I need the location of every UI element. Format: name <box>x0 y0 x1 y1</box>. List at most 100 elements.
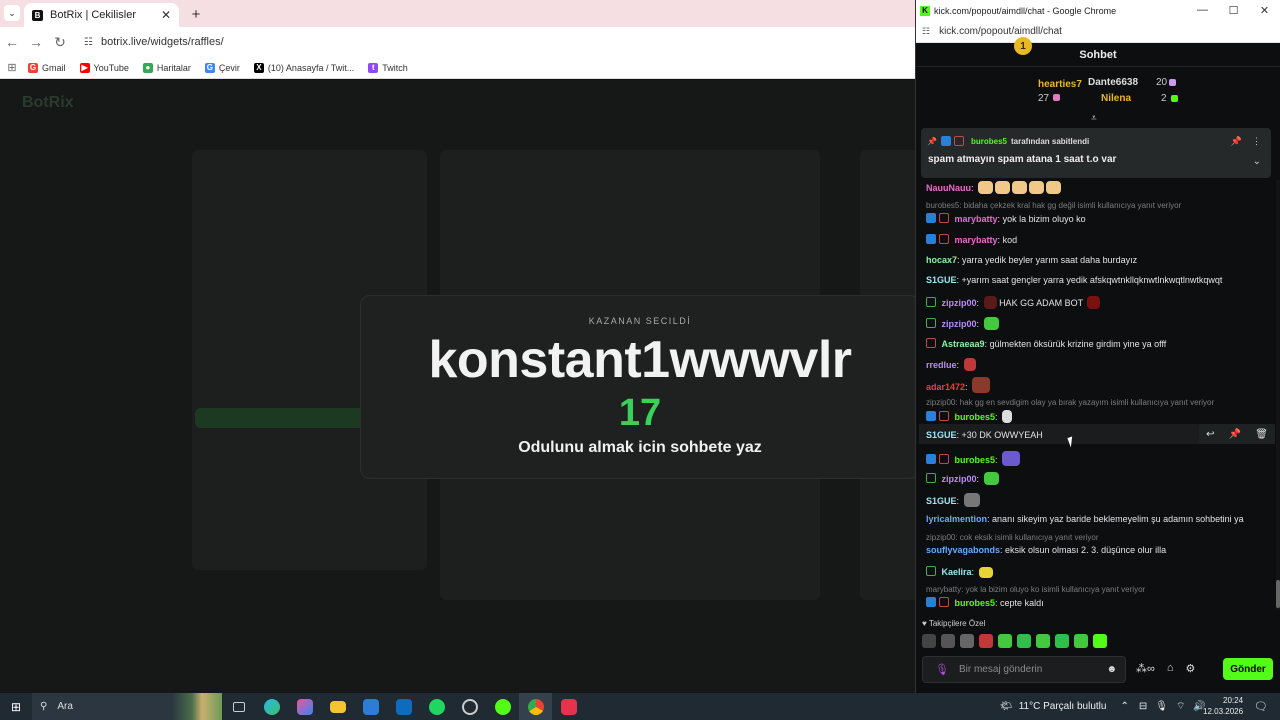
reply-icon[interactable]: ↩ <box>1206 429 1214 440</box>
leader-1-name[interactable]: hearties7 <box>1038 79 1082 90</box>
emote-icon[interactable] <box>998 634 1012 648</box>
emote-icon[interactable] <box>1055 634 1069 648</box>
site-info-icon[interactable]: ☷ <box>84 37 93 48</box>
bookmark-x[interactable]: X (10) Anasayfa / Twit... <box>253 62 354 73</box>
leader-3-count: 2 <box>1161 93 1167 104</box>
chat-username[interactable]: hocax7 <box>926 255 957 265</box>
reply-context[interactable]: marybatty: yok la bizim oluyo ko isimli … <box>926 585 1145 594</box>
chat-username[interactable]: rredlue <box>926 360 957 370</box>
store-app-icon[interactable] <box>354 693 387 720</box>
chat-username[interactable]: S1GUE <box>926 430 957 440</box>
tab-search-icon[interactable]: ⌄ <box>4 5 20 21</box>
emote-icon[interactable] <box>941 634 955 648</box>
emote-icon[interactable] <box>1074 634 1088 648</box>
vip-badge-icon <box>926 234 936 244</box>
chat-username[interactable]: marybatty <box>955 214 998 224</box>
back-icon[interactable]: ← <box>0 34 24 50</box>
url-bar[interactable]: ☷ botrix.live/widgets/raffles/ <box>78 30 915 54</box>
reply-context[interactable]: zipzip00: hak gg en sevdigim olay ya bır… <box>926 398 1214 407</box>
tray-overflow-icon[interactable]: ⌃ <box>1120 701 1128 712</box>
task-view-icon[interactable] <box>222 693 255 720</box>
chat-url-bar[interactable]: ☷ kick.com/popout/aimdll/chat <box>916 21 1280 43</box>
chat-username[interactable]: zipzip00 <box>942 319 977 329</box>
system-clock[interactable]: 20:24 12.03.2026 <box>1203 695 1243 717</box>
chat-username[interactable]: Kaelira <box>942 567 972 577</box>
settings-gear-icon[interactable]: ⚙ <box>1186 662 1196 675</box>
mail-icon[interactable] <box>387 693 420 720</box>
reload-icon[interactable]: ↻ <box>48 34 72 51</box>
chat-username[interactable]: Astraeaa9 <box>942 339 985 349</box>
chat-username[interactable]: lyricalmention <box>926 514 987 524</box>
recorder-icon[interactable] <box>453 693 486 720</box>
kick-app-icon[interactable] <box>486 693 519 720</box>
new-tab-button[interactable]: + <box>185 3 207 25</box>
bookmark-translate[interactable]: G Çevir <box>204 62 240 73</box>
weather-text[interactable]: 11°C Parçalı bulutlu <box>1019 701 1107 712</box>
close-window-icon[interactable]: ✕ <box>1249 4 1280 17</box>
chat-message: burobes5: <box>926 451 1021 466</box>
chat-username[interactable]: burobes5 <box>955 412 996 422</box>
copilot-icon[interactable] <box>288 693 321 720</box>
pinned-author[interactable]: burobes5 <box>971 137 1007 146</box>
emote-icon[interactable] <box>1017 634 1031 648</box>
mic-tray-icon[interactable]: 🎙 <box>1155 701 1168 712</box>
emote-icon[interactable] <box>1036 634 1050 648</box>
chat-username[interactable]: souflyvagabonds <box>926 545 1000 555</box>
emoji-icon[interactable]: ☻ <box>1106 664 1117 675</box>
forward-icon[interactable]: → <box>24 34 48 50</box>
store-icon[interactable]: ⌂ <box>1167 662 1174 675</box>
pin-message-icon[interactable]: 📌 <box>1229 429 1241 440</box>
chat-username[interactable]: burobes5 <box>955 455 996 465</box>
reply-context[interactable]: burobes5: bidaha çekzek kral hak gg deği… <box>926 201 1181 210</box>
emote-icon[interactable] <box>979 634 993 648</box>
chat-username[interactable]: zipzip00 <box>942 298 977 308</box>
pin-icon: 📌 <box>927 136 937 146</box>
chat-username[interactable]: burobes5 <box>955 598 996 608</box>
bookmark-gmail[interactable]: G Gmail <box>28 62 66 73</box>
bookmark-maps[interactable]: ● Haritalar <box>142 62 191 73</box>
network-icon[interactable]: ⊟ <box>1139 701 1147 712</box>
chat-username[interactable]: adar1472 <box>926 382 965 392</box>
chat-username[interactable]: zipzip00 <box>942 474 977 484</box>
edge-icon[interactable] <box>255 693 288 720</box>
vip-badge-icon <box>940 136 951 146</box>
emote-icon[interactable] <box>960 634 974 648</box>
send-button[interactable]: Gönder <box>1223 658 1273 680</box>
chat-message: rredlue: <box>926 358 976 371</box>
chat-scrollbar[interactable] <box>1276 180 1280 610</box>
chat-username[interactable]: marybatty <box>955 235 998 245</box>
collapse-leaderboard-icon[interactable]: ⩡ <box>1091 113 1097 124</box>
tab-botrix[interactable]: B BotRix | Cekilisler ✕ <box>24 3 179 27</box>
chat-input[interactable]: 🎙 Bir mesaj gönderin ☻ <box>922 656 1126 683</box>
emote-icon <box>1029 181 1045 194</box>
notifications-icon[interactable]: 🗨 <box>1254 700 1268 713</box>
emote-icon[interactable] <box>1093 634 1107 648</box>
more-options-icon[interactable]: ⋮ <box>1252 136 1261 146</box>
chat-username[interactable]: S1GUE <box>926 275 957 285</box>
bookmark-twitch[interactable]: t Twitch <box>368 62 408 73</box>
emote-icon[interactable] <box>922 634 936 648</box>
maximize-icon[interactable]: ☐ <box>1218 4 1249 17</box>
apps-grid-icon[interactable]: ⊞ <box>0 61 24 74</box>
chevron-down-icon[interactable]: ⌄ <box>1253 156 1261 167</box>
bookmark-youtube[interactable]: ▶ YouTube <box>79 62 129 73</box>
spotify-icon[interactable] <box>420 693 453 720</box>
windows-start-icon[interactable]: ⊞ <box>0 700 32 714</box>
taskbar-search[interactable]: ⚲ Ara <box>32 693 222 720</box>
unpin-icon[interactable]: 📌 <box>1231 136 1242 146</box>
file-explorer-icon[interactable] <box>321 693 354 720</box>
wifi-icon[interactable]: ⌔ <box>1176 700 1185 713</box>
chrome-icon[interactable] <box>519 693 552 720</box>
chat-username[interactable]: NauuNauu <box>926 183 971 193</box>
reply-context[interactable]: zipzip00: cok eksik isimli kullanıcıya y… <box>926 533 1099 542</box>
chat-username[interactable]: S1GUE <box>926 496 957 506</box>
close-tab-icon[interactable]: ✕ <box>161 8 171 22</box>
site-info-icon[interactable]: ☷ <box>922 26 930 37</box>
app-red-icon[interactable] <box>552 693 585 720</box>
minimize-icon[interactable]: — <box>1187 4 1218 17</box>
leader-3-name[interactable]: Nilena <box>1101 93 1131 104</box>
leader-2-name[interactable]: Dante6638 <box>1088 77 1138 88</box>
mic-icon[interactable]: 🎙 <box>935 663 949 676</box>
rewards-icon[interactable]: ⁂∞ <box>1136 662 1155 675</box>
delete-icon[interactable]: 🗑 <box>1255 429 1268 440</box>
